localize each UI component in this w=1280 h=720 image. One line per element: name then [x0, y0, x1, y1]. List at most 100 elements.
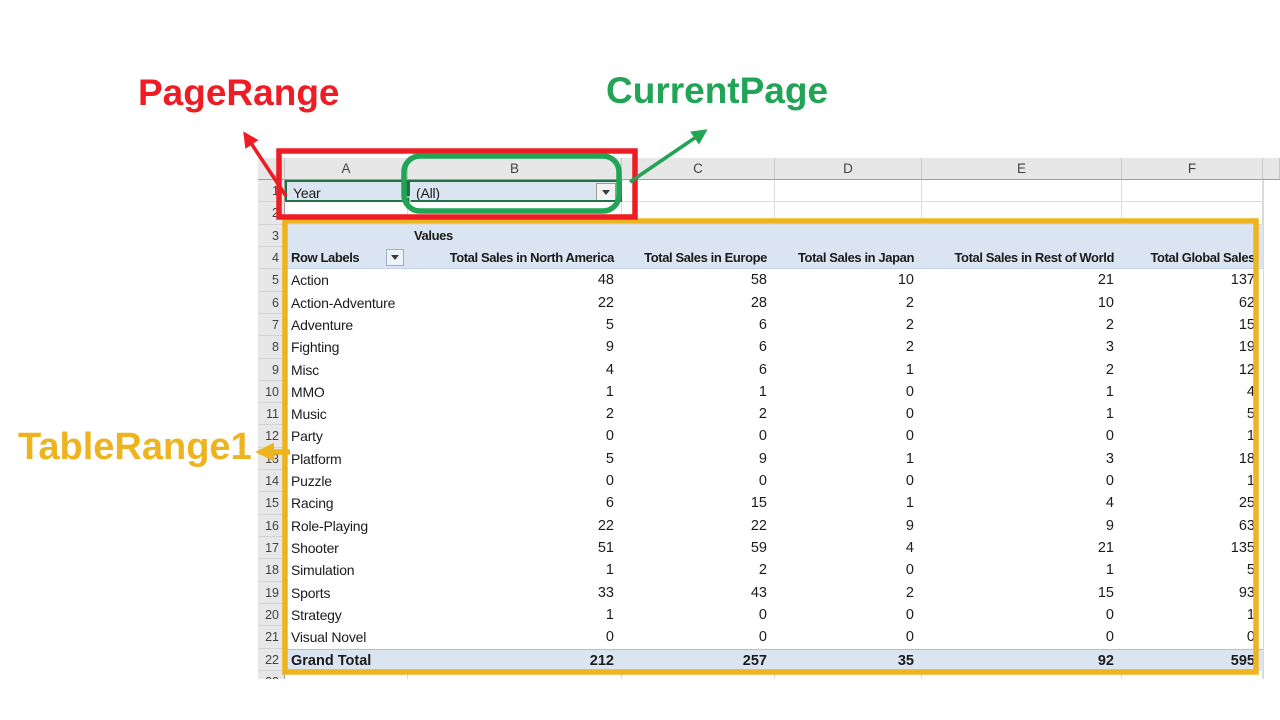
pivot-value-cell[interactable]: 25	[1122, 492, 1263, 514]
cell[interactable]	[922, 225, 1122, 247]
grand-total-value-cell[interactable]: 595	[1122, 649, 1263, 671]
pivot-value-cell[interactable]: 33	[408, 582, 622, 604]
pivot-value-cell[interactable]: 21	[922, 269, 1122, 291]
pivot-value-cell[interactable]: 2	[622, 559, 775, 581]
row-header-7[interactable]: 7	[258, 314, 285, 336]
pivot-value-cell[interactable]: 9	[622, 448, 775, 470]
row-header-12[interactable]: 12	[258, 425, 285, 447]
pivot-column-header[interactable]: Total Global Sales	[1122, 247, 1263, 269]
pivot-value-cell[interactable]: 10	[775, 269, 922, 291]
cell[interactable]	[408, 202, 622, 224]
pivot-value-cell[interactable]: 21	[922, 537, 1122, 559]
pivot-column-header[interactable]: Total Sales in Europe	[622, 247, 775, 269]
pivot-row-label[interactable]: Action	[285, 269, 408, 291]
cell[interactable]	[622, 671, 775, 679]
row-header-21[interactable]: 21	[258, 626, 285, 648]
grand-total-value-cell[interactable]: 257	[622, 649, 775, 671]
grand-total-value-cell[interactable]: 92	[922, 649, 1122, 671]
pivot-row-label[interactable]: Visual Novel	[285, 626, 408, 648]
cell[interactable]	[1122, 202, 1263, 224]
pivot-value-cell[interactable]: 93	[1122, 582, 1263, 604]
row-header-16[interactable]: 16	[258, 515, 285, 537]
row-header-17[interactable]: 17	[258, 537, 285, 559]
pivot-row-label[interactable]: Adventure	[285, 314, 408, 336]
pivot-value-cell[interactable]: 18	[1122, 448, 1263, 470]
pivot-value-cell[interactable]: 0	[775, 470, 922, 492]
page-filter-cell[interactable]: (All)	[408, 180, 622, 202]
pivot-value-cell[interactable]: 0	[622, 626, 775, 648]
pivot-value-cell[interactable]: 0	[922, 604, 1122, 626]
pivot-value-cell[interactable]: 0	[775, 403, 922, 425]
pivot-value-cell[interactable]: 5	[1122, 403, 1263, 425]
pivot-value-cell[interactable]: 1	[408, 604, 622, 626]
row-header-13[interactable]: 13	[258, 448, 285, 470]
cell[interactable]	[1122, 671, 1263, 679]
pivot-column-header[interactable]: Total Sales in Japan	[775, 247, 922, 269]
pivot-row-label[interactable]: Strategy	[285, 604, 408, 626]
cell[interactable]	[922, 671, 1122, 679]
pivot-value-cell[interactable]: 10	[922, 292, 1122, 314]
pivot-value-cell[interactable]: 2	[922, 359, 1122, 381]
pivot-value-cell[interactable]: 12	[1122, 359, 1263, 381]
grand-total-value-cell[interactable]: 35	[775, 649, 922, 671]
cell[interactable]	[285, 202, 408, 224]
pivot-row-label[interactable]: Action-Adventure	[285, 292, 408, 314]
column-header-e[interactable]: E	[922, 158, 1122, 180]
pivot-value-cell[interactable]: 5	[408, 448, 622, 470]
pivot-value-cell[interactable]: 1	[1122, 604, 1263, 626]
pivot-value-cell[interactable]: 2	[775, 336, 922, 358]
pivot-value-cell[interactable]: 15	[922, 582, 1122, 604]
pivot-value-cell[interactable]: 1	[775, 492, 922, 514]
pivot-row-label[interactable]: Fighting	[285, 336, 408, 358]
cell[interactable]	[622, 225, 775, 247]
pivot-value-cell[interactable]: 22	[408, 515, 622, 537]
pivot-row-label[interactable]: Simulation	[285, 559, 408, 581]
pivot-value-cell[interactable]: 2	[622, 403, 775, 425]
pivot-value-cell[interactable]: 58	[622, 269, 775, 291]
pivot-value-cell[interactable]: 1	[408, 559, 622, 581]
pivot-value-cell[interactable]: 0	[775, 381, 922, 403]
pivot-value-cell[interactable]: 2	[775, 292, 922, 314]
pivot-column-header[interactable]: Total Sales in North America	[408, 247, 622, 269]
pivot-value-cell[interactable]: 0	[775, 425, 922, 447]
page-filter-dropdown-button[interactable]	[596, 183, 616, 202]
column-header-c[interactable]: C	[622, 158, 775, 180]
pivot-value-cell[interactable]: 0	[775, 626, 922, 648]
pivot-value-cell[interactable]: 22	[622, 515, 775, 537]
cell[interactable]	[1122, 225, 1263, 247]
pivot-value-cell[interactable]: 28	[622, 292, 775, 314]
row-header-15[interactable]: 15	[258, 492, 285, 514]
cell[interactable]	[775, 671, 922, 679]
pivot-value-cell[interactable]: 0	[922, 470, 1122, 492]
pivot-value-cell[interactable]: 5	[1122, 559, 1263, 581]
pivot-value-cell[interactable]: 5	[408, 314, 622, 336]
row-header-10[interactable]: 10	[258, 381, 285, 403]
pivot-value-cell[interactable]: 0	[922, 626, 1122, 648]
pivot-value-cell[interactable]: 0	[622, 470, 775, 492]
column-header-b[interactable]: B	[408, 158, 622, 180]
cell[interactable]	[775, 202, 922, 224]
column-header-d[interactable]: D	[775, 158, 922, 180]
pivot-value-cell[interactable]: 1	[408, 381, 622, 403]
pivot-value-cell[interactable]: 1	[922, 381, 1122, 403]
pivot-value-cell[interactable]: 3	[922, 336, 1122, 358]
pivot-value-cell[interactable]: 59	[622, 537, 775, 559]
pivot-value-cell[interactable]: 1	[775, 359, 922, 381]
pivot-row-label[interactable]: Sports	[285, 582, 408, 604]
row-header-19[interactable]: 19	[258, 582, 285, 604]
pivot-row-label[interactable]: Misc	[285, 359, 408, 381]
pivot-row-label[interactable]: Shooter	[285, 537, 408, 559]
row-header-3[interactable]: 3	[258, 225, 285, 247]
pivot-value-cell[interactable]: 1	[922, 403, 1122, 425]
pivot-row-label[interactable]: Role-Playing	[285, 515, 408, 537]
pivot-value-cell[interactable]: 0	[408, 626, 622, 648]
pivot-value-cell[interactable]: 62	[1122, 292, 1263, 314]
pivot-value-cell[interactable]: 2	[775, 314, 922, 336]
pivot-row-label[interactable]: Party	[285, 425, 408, 447]
row-labels-cell[interactable]: Row Labels	[285, 247, 408, 269]
pivot-value-cell[interactable]: 19	[1122, 336, 1263, 358]
pivot-value-cell[interactable]: 22	[408, 292, 622, 314]
pivot-value-cell[interactable]: 1	[775, 448, 922, 470]
pivot-value-cell[interactable]: 63	[1122, 515, 1263, 537]
pivot-row-label[interactable]: Puzzle	[285, 470, 408, 492]
